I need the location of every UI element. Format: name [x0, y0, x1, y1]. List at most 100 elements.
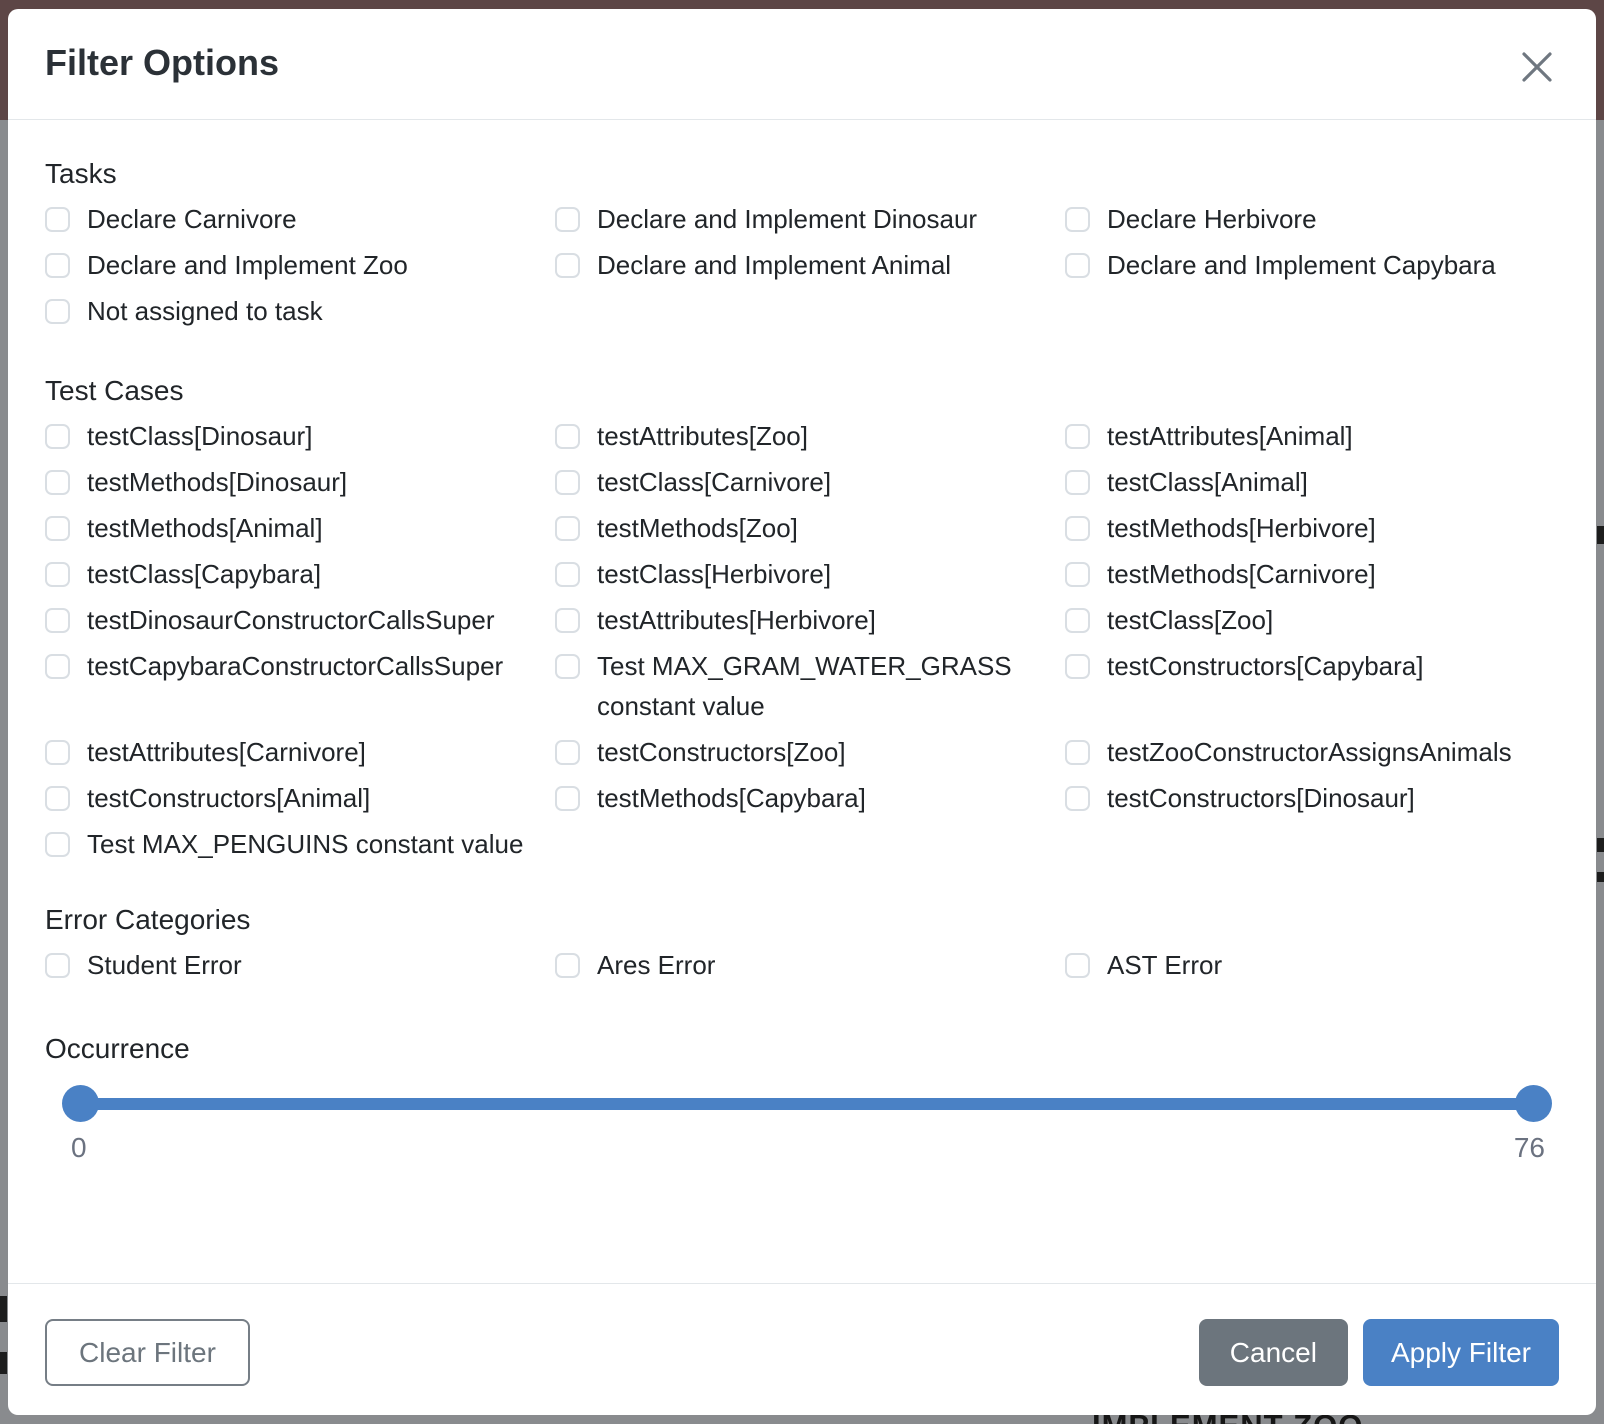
footer-button-group: Cancel Apply Filter: [1199, 1319, 1559, 1386]
test-case-option-label: testCapybaraConstructorCallsSuper: [87, 646, 503, 686]
test-case-option-label: testMethods[Zoo]: [597, 508, 798, 548]
test-case-checkbox-option[interactable]: testAttributes[Carnivore]: [45, 732, 555, 772]
test-case-option-label: testAttributes[Zoo]: [597, 416, 808, 456]
test-case-checkbox-option[interactable]: testClass[Zoo]: [1065, 600, 1559, 640]
checkbox-icon[interactable]: [555, 740, 580, 765]
test-case-checkbox-option[interactable]: testClass[Carnivore]: [555, 462, 1065, 502]
checkbox-icon[interactable]: [1065, 424, 1090, 449]
checkbox-icon[interactable]: [45, 470, 70, 495]
test-case-option-label: Test MAX_GRAM_WATER_GRASS constant value: [597, 646, 1047, 726]
checkbox-icon[interactable]: [1065, 253, 1090, 278]
checkbox-icon[interactable]: [1065, 740, 1090, 765]
task-checkbox-option[interactable]: Declare and Implement Dinosaur: [555, 199, 1065, 239]
test-case-checkbox-option[interactable]: testClass[Animal]: [1065, 462, 1559, 502]
test-case-checkbox-option[interactable]: testConstructors[Zoo]: [555, 732, 1065, 772]
slider-track[interactable]: [74, 1098, 1540, 1110]
task-checkbox-option[interactable]: Not assigned to task: [45, 291, 555, 331]
occurrence-range-slider[interactable]: [80, 1084, 1534, 1124]
test-case-checkbox-option[interactable]: testMethods[Animal]: [45, 508, 555, 548]
error-category-checkbox-option[interactable]: Student Error: [45, 945, 555, 985]
checkbox-icon[interactable]: [45, 562, 70, 587]
test-case-checkbox-option[interactable]: testClass[Capybara]: [45, 554, 555, 594]
checkbox-icon[interactable]: [1065, 786, 1090, 811]
checkbox-icon[interactable]: [45, 654, 70, 679]
task-checkbox-option[interactable]: Declare Herbivore: [1065, 199, 1559, 239]
test-case-checkbox-option[interactable]: testMethods[Zoo]: [555, 508, 1065, 548]
checkbox-icon[interactable]: [1065, 470, 1090, 495]
checkbox-icon[interactable]: [1065, 516, 1090, 541]
task-checkbox-option[interactable]: Declare and Implement Animal: [555, 245, 1065, 285]
filter-options-modal: Filter Options Tasks Declare Carnivore: [8, 9, 1596, 1415]
test-cases-checkbox-group: testClass[Dinosaur] testAttributes[Zoo] …: [45, 416, 1559, 864]
checkbox-icon[interactable]: [45, 786, 70, 811]
modal-footer: Clear Filter Cancel Apply Filter: [8, 1283, 1596, 1415]
checkbox-icon[interactable]: [45, 740, 70, 765]
test-case-checkbox-option[interactable]: testAttributes[Animal]: [1065, 416, 1559, 456]
occurrence-section-label: Occurrence: [45, 1033, 1559, 1065]
slider-handle-max[interactable]: [1515, 1085, 1552, 1122]
checkbox-icon[interactable]: [45, 516, 70, 541]
test-case-option-label: Test MAX_PENGUINS constant value: [87, 824, 523, 864]
checkbox-icon[interactable]: [1065, 207, 1090, 232]
test-case-checkbox-option[interactable]: testZooConstructorAssignsAnimals: [1065, 732, 1559, 772]
checkbox-icon[interactable]: [555, 470, 580, 495]
close-button[interactable]: [1515, 45, 1559, 89]
checkbox-icon[interactable]: [555, 953, 580, 978]
slider-handle-min[interactable]: [62, 1085, 99, 1122]
test-case-checkbox-option[interactable]: Test MAX_PENGUINS constant value: [45, 824, 555, 864]
test-case-checkbox-option[interactable]: testAttributes[Zoo]: [555, 416, 1065, 456]
checkbox-icon[interactable]: [1065, 654, 1090, 679]
test-case-checkbox-option[interactable]: Test MAX_GRAM_WATER_GRASS constant value: [555, 646, 1065, 726]
test-case-checkbox-option[interactable]: testClass[Herbivore]: [555, 554, 1065, 594]
checkbox-icon[interactable]: [555, 424, 580, 449]
test-case-checkbox-option[interactable]: testCapybaraConstructorCallsSuper: [45, 646, 555, 686]
cancel-button[interactable]: Cancel: [1199, 1319, 1348, 1386]
checkbox-icon[interactable]: [555, 654, 580, 679]
test-cases-section-label: Test Cases: [45, 375, 1559, 407]
test-case-checkbox-option[interactable]: testConstructors[Animal]: [45, 778, 555, 818]
test-case-option-label: testAttributes[Carnivore]: [87, 732, 366, 772]
checkbox-icon[interactable]: [45, 424, 70, 449]
checkbox-icon[interactable]: [555, 608, 580, 633]
test-case-checkbox-option[interactable]: testMethods[Dinosaur]: [45, 462, 555, 502]
checkbox-icon[interactable]: [45, 299, 70, 324]
checkbox-icon[interactable]: [1065, 562, 1090, 587]
error-category-option-label: AST Error: [1107, 945, 1222, 985]
checkbox-icon[interactable]: [1065, 953, 1090, 978]
test-case-checkbox-option[interactable]: testDinosaurConstructorCallsSuper: [45, 600, 555, 640]
error-category-checkbox-option[interactable]: Ares Error: [555, 945, 1065, 985]
task-checkbox-option[interactable]: Declare and Implement Capybara: [1065, 245, 1559, 285]
slider-max-value: 76: [1514, 1132, 1545, 1164]
error-category-checkbox-option[interactable]: AST Error: [1065, 945, 1559, 985]
checkbox-icon[interactable]: [555, 253, 580, 278]
close-icon: [1519, 49, 1555, 85]
test-case-checkbox-option[interactable]: testMethods[Carnivore]: [1065, 554, 1559, 594]
test-case-checkbox-option[interactable]: testMethods[Herbivore]: [1065, 508, 1559, 548]
test-case-checkbox-option[interactable]: testMethods[Capybara]: [555, 778, 1065, 818]
test-case-checkbox-option[interactable]: testClass[Dinosaur]: [45, 416, 555, 456]
test-case-checkbox-option[interactable]: testAttributes[Herbivore]: [555, 600, 1065, 640]
error-category-option-label: Student Error: [87, 945, 242, 985]
checkbox-icon[interactable]: [1065, 608, 1090, 633]
task-checkbox-option[interactable]: Declare and Implement Zoo: [45, 245, 555, 285]
test-case-checkbox-option[interactable]: testConstructors[Dinosaur]: [1065, 778, 1559, 818]
task-option-label: Not assigned to task: [87, 291, 323, 331]
checkbox-icon[interactable]: [555, 562, 580, 587]
clear-filter-button[interactable]: Clear Filter: [45, 1319, 250, 1386]
test-case-option-label: testClass[Zoo]: [1107, 600, 1273, 640]
test-case-checkbox-option[interactable]: testConstructors[Capybara]: [1065, 646, 1559, 686]
error-category-option-label: Ares Error: [597, 945, 715, 985]
checkbox-icon[interactable]: [555, 786, 580, 811]
checkbox-icon[interactable]: [45, 207, 70, 232]
error-categories-checkbox-group: Student Error Ares Error AST Error: [45, 945, 1559, 985]
checkbox-icon[interactable]: [45, 953, 70, 978]
apply-filter-button[interactable]: Apply Filter: [1363, 1319, 1559, 1386]
checkbox-icon[interactable]: [45, 253, 70, 278]
checkbox-icon[interactable]: [45, 608, 70, 633]
checkbox-icon[interactable]: [555, 207, 580, 232]
checkbox-icon[interactable]: [45, 832, 70, 857]
task-checkbox-option[interactable]: Declare Carnivore: [45, 199, 555, 239]
modal-header: Filter Options: [8, 9, 1596, 120]
checkbox-icon[interactable]: [555, 516, 580, 541]
test-case-option-label: testConstructors[Capybara]: [1107, 646, 1423, 686]
